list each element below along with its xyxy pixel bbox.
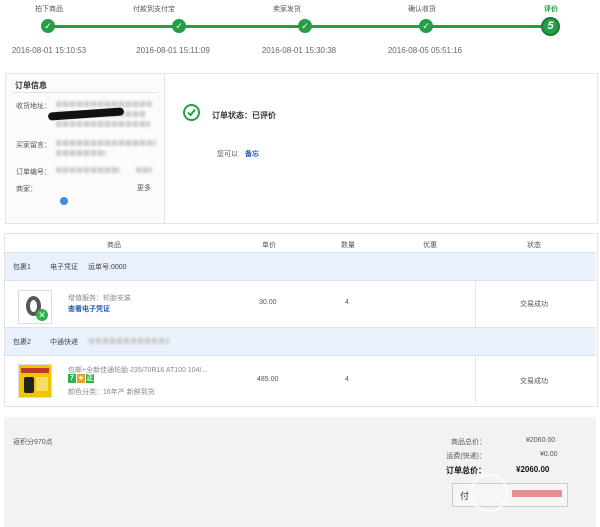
image-part bbox=[36, 377, 48, 391]
genuine-icon: 正 bbox=[86, 374, 94, 383]
memo-link[interactable]: 备忘 bbox=[245, 149, 259, 159]
check-icon bbox=[183, 104, 200, 121]
step-current-icon: 5 bbox=[541, 17, 560, 36]
chat-icon[interactable] bbox=[60, 197, 68, 205]
step-label-4: 确认收货 bbox=[408, 6, 436, 13]
product-thumbnail[interactable] bbox=[18, 364, 52, 398]
message-blurred bbox=[56, 140, 156, 146]
message-blurred bbox=[56, 150, 106, 156]
order-no-blurred bbox=[56, 167, 120, 173]
star-icon: ★ bbox=[77, 374, 85, 383]
order-info-title: 订单信息 bbox=[15, 81, 47, 90]
divider bbox=[12, 92, 158, 93]
order-total-value: ¥2060.00 bbox=[516, 465, 550, 474]
view-voucher-link[interactable]: 查看电子凭证 bbox=[68, 304, 110, 314]
step-done-icon: ✓ bbox=[298, 19, 312, 33]
step-done-icon: ✓ bbox=[41, 19, 55, 33]
status-hint: 您可以 bbox=[217, 151, 238, 158]
item-variant: 颜色分类：16年产 新鲜到货 bbox=[68, 389, 155, 396]
step-time-4: 2016-08-05 05:51:16 bbox=[387, 46, 463, 55]
package-header: 包裹2 中通快递 bbox=[5, 327, 596, 356]
step-done-icon: ✓ bbox=[419, 19, 433, 33]
package-type: 电子凭证 bbox=[50, 264, 78, 271]
item-status: 交易成功 bbox=[520, 301, 548, 308]
product-thumbnail[interactable]: ✕ bbox=[18, 290, 52, 324]
package-name: 包裹2 bbox=[13, 339, 31, 346]
watermark-overlay bbox=[512, 490, 562, 497]
item-status: 交易成功 bbox=[520, 378, 548, 385]
address-label: 收货地址： bbox=[16, 103, 51, 110]
waybill-blurred bbox=[89, 338, 169, 344]
image-part bbox=[21, 368, 49, 373]
package-name: 包裹1 bbox=[13, 264, 31, 271]
pay-button-label: 付 bbox=[460, 491, 470, 501]
step-label-2: 付款到支付宝 bbox=[133, 6, 175, 13]
wrench-icon: ✕ bbox=[36, 309, 48, 321]
points-earned: 返积分970点 bbox=[13, 439, 53, 446]
col-header-goods: 商品 bbox=[107, 242, 121, 249]
order-status: 订单状态：已评价 bbox=[212, 111, 276, 120]
package-type: 中通快递 bbox=[50, 339, 78, 346]
step-label-3: 卖家发货 bbox=[273, 6, 301, 13]
address-blurred bbox=[56, 121, 150, 127]
service-badges: 7 ★ 正 bbox=[68, 374, 95, 383]
step-label-5: 评价 bbox=[544, 6, 558, 13]
shipping-label: 运费(快递)： bbox=[446, 453, 486, 460]
step-time-2: 2016-08-01 15:11:09 bbox=[136, 46, 210, 55]
package-waybill: 运单号:0000 bbox=[88, 264, 127, 271]
item-price: 30.00 bbox=[259, 299, 277, 306]
image-part bbox=[24, 377, 34, 393]
order-total-label: 订单总价： bbox=[446, 466, 486, 475]
order-no-blurred bbox=[136, 167, 152, 173]
merchant-label: 商家： bbox=[16, 186, 37, 193]
package-header: 包裹1 电子凭证 运单号:0000 bbox=[5, 252, 596, 281]
step-label-1: 拍下商品 bbox=[35, 6, 63, 13]
step-time-3: 2016-08-01 15:30:38 bbox=[261, 46, 337, 55]
divider bbox=[475, 280, 476, 327]
item-price: 485.00 bbox=[257, 376, 279, 383]
order-info-sidebar: 订单信息 收货地址： 买家留言： 订单编号： 商家： 更多 bbox=[6, 74, 165, 223]
goods-total-label: 商品总价： bbox=[451, 439, 486, 446]
order-no-label: 订单编号： bbox=[16, 169, 51, 176]
order-info-panel: 订单信息 收货地址： 买家留言： 订单编号： 商家： 更多 bbox=[5, 73, 598, 224]
step-done-icon: ✓ bbox=[172, 19, 186, 33]
address-blurred bbox=[56, 101, 152, 107]
col-header-status: 状态 bbox=[527, 242, 541, 249]
col-header-discount: 优惠 bbox=[423, 242, 437, 249]
item-qty: 4 bbox=[345, 299, 349, 306]
order-summary bbox=[4, 417, 596, 527]
goods-total-value: ¥2060.00 bbox=[526, 437, 556, 444]
divider bbox=[475, 355, 476, 404]
col-header-qty: 数量 bbox=[341, 242, 355, 249]
item-name[interactable]: 增值服务：轮胎安装 bbox=[68, 293, 131, 303]
more-link[interactable]: 更多 bbox=[137, 183, 151, 193]
seven-day-return-icon: 7 bbox=[68, 374, 76, 383]
watermark-logo bbox=[470, 474, 508, 512]
shipping-value: ¥0.00 bbox=[540, 451, 558, 458]
item-qty: 4 bbox=[345, 376, 349, 383]
merchant-redaction bbox=[47, 107, 125, 121]
message-label: 买家留言： bbox=[16, 142, 51, 149]
col-header-price: 单价 bbox=[262, 242, 276, 249]
step-time-1: 2016-08-01 15:10:53 bbox=[11, 46, 87, 55]
